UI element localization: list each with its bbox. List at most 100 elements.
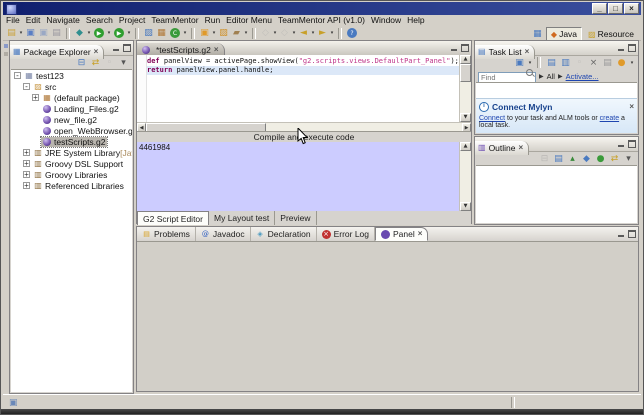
tab-error-log[interactable]: ×Error Log (317, 227, 375, 241)
code-line[interactable]: def panelView = activePage.showView("g2.… (147, 57, 459, 66)
menu-teammentor[interactable]: TeamMentor (148, 15, 201, 26)
collapse-all-icon[interactable]: ⊟ (538, 153, 551, 165)
tab-declaration[interactable]: ◈Declaration (251, 227, 317, 241)
tree-item-default-package[interactable]: +▦(default package) (11, 92, 132, 103)
mylyn-close-icon[interactable]: × (629, 103, 634, 111)
code-editor[interactable]: def panelView = activePage.showView("g2.… (137, 55, 471, 122)
menu-help[interactable]: Help (404, 15, 427, 26)
run-history-icon[interactable]: ▶ (114, 28, 124, 38)
menu-teammentor-api-v1-0[interactable]: TeamMentor API (v1.0) (275, 15, 368, 26)
close-icon[interactable]: × (214, 46, 219, 54)
menu-file[interactable]: File (3, 15, 23, 26)
minimize-view-icon[interactable] (617, 140, 625, 148)
panel-view-content[interactable] (137, 241, 638, 391)
tab-task-list[interactable]: ▤ Task List × (475, 45, 535, 59)
tree-item-groovy-libraries[interactable]: +▥Groovy Libraries (11, 169, 132, 180)
focus-workweek-icon[interactable]: ◦ (573, 57, 586, 69)
synchronize-icon-dropdown[interactable]: ▾ (629, 60, 635, 66)
new-package-icon[interactable]: ▦ (155, 27, 168, 39)
menu-project[interactable]: Project (116, 15, 148, 26)
hide-static-icon[interactable]: ◆ (580, 153, 593, 165)
close-icon[interactable]: × (525, 48, 530, 56)
save-icon[interactable]: ▣ (24, 27, 37, 39)
clear-filter-icon[interactable]: × (587, 57, 600, 69)
view-menu-icon[interactable]: ▾ (622, 153, 635, 165)
tree-item-open-webbrowser-g2[interactable]: open_WebBrowser.g2 (11, 125, 132, 136)
run-icon[interactable]: ▶ (94, 28, 104, 38)
menu-run[interactable]: Run (202, 15, 224, 26)
debug-icon-dropdown[interactable]: ▾ (86, 30, 92, 36)
mylyn-connect-link[interactable]: Connect (479, 115, 505, 122)
perspective-java[interactable]: ◆Java (546, 27, 582, 41)
run-icon-dropdown[interactable]: ▾ (106, 30, 112, 36)
close-icon[interactable]: × (519, 144, 524, 152)
page-tab-my-layout-test[interactable]: My Layout test (209, 211, 275, 225)
close-icon[interactable]: × (418, 230, 423, 238)
debug-icon[interactable]: ◆ (73, 27, 86, 39)
collapse-all-icon[interactable]: ▤ (601, 57, 614, 69)
tree-item-jre-system-library[interactable]: +▥JRE System Library [JavaSE-1.7] (11, 147, 132, 158)
tab-problems[interactable]: ▤Problems (137, 227, 196, 241)
new-wizard-icon[interactable]: ▤ (5, 27, 18, 39)
perspective-resource[interactable]: ▨Resource (584, 28, 638, 40)
maximize-view-icon[interactable] (628, 230, 636, 238)
view-menu-icon[interactable]: ▾ (117, 57, 130, 69)
maximize-view-icon[interactable] (628, 44, 636, 52)
output-vertical-scrollbar[interactable]: ▲ ▼ (459, 142, 471, 211)
page-tab-g2-script-editor[interactable]: G2 Script Editor (137, 211, 209, 225)
back-icon[interactable]: ◄ (297, 27, 310, 39)
open-task-icon[interactable]: ▣ (198, 27, 211, 39)
cheatsheet-icon[interactable]: ? (347, 28, 357, 38)
tree-item-test123[interactable]: -▦test123 (11, 70, 132, 81)
run-history-icon-dropdown[interactable]: ▾ (126, 30, 132, 36)
maximize-view-icon[interactable] (461, 44, 469, 52)
scroll-up-icon[interactable]: ▲ (460, 142, 471, 151)
filter-all-link[interactable]: All (547, 72, 555, 81)
maximize-view-icon[interactable] (123, 44, 131, 52)
categorized-view-icon[interactable]: ▤ (545, 57, 558, 69)
activate-link[interactable]: Activate... (566, 72, 599, 81)
package-explorer-tree[interactable]: -▦test123-▨src+▦(default package)Loading… (11, 69, 132, 392)
tree-item-testscripts-g2[interactable]: testScripts.g2 (11, 136, 132, 147)
menu-window[interactable]: Window (368, 15, 404, 26)
fast-view-icon[interactable] (4, 52, 8, 56)
tree-expander-icon[interactable]: + (32, 94, 39, 101)
minimize-view-icon[interactable] (617, 230, 625, 238)
menu-navigate[interactable]: Navigate (43, 15, 83, 26)
close-icon[interactable]: × (94, 48, 99, 56)
scrollbar-thumb[interactable] (460, 64, 471, 82)
tab-package-explorer[interactable]: ▦ Package Explorer × (10, 45, 104, 59)
tab-javadoc[interactable]: @Javadoc (196, 227, 251, 241)
title-bar[interactable]: _ □ × (3, 2, 641, 15)
focus-icon[interactable]: ◦ (103, 57, 116, 69)
tab-panel[interactable]: Panel× (375, 227, 428, 241)
hide-fields-icon[interactable]: ▴ (566, 153, 579, 165)
minimize-view-icon[interactable] (112, 44, 120, 52)
menu-editor-menu[interactable]: Editor Menu (223, 15, 275, 26)
scheduled-view-icon[interactable]: ▥ (559, 57, 572, 69)
pencil-icon-dropdown[interactable]: ▾ (243, 30, 249, 36)
outline-content[interactable] (476, 165, 637, 223)
new-task-icon-dropdown[interactable]: ▾ (527, 60, 533, 66)
tree-item-src[interactable]: -▨src (11, 81, 132, 92)
tree-item-referenced-libraries[interactable]: +▥Referenced Libraries (11, 180, 132, 191)
prev-annotation-icon[interactable]: ◇ (259, 27, 272, 39)
hide-nonpublic-icon[interactable]: ● (594, 153, 607, 165)
tree-expander-icon[interactable]: + (23, 171, 30, 178)
forward-icon-dropdown[interactable]: ▾ (329, 30, 335, 36)
maximize-button[interactable]: □ (608, 3, 623, 14)
scroll-down-icon[interactable]: ▼ (460, 202, 471, 211)
code-line[interactable]: return panelView.panel.handle; (147, 66, 459, 75)
forward-icon[interactable]: ► (316, 27, 329, 39)
sort-icon[interactable]: ▤ (552, 153, 565, 165)
tree-expander-icon[interactable]: + (23, 182, 30, 189)
synchronize-icon[interactable]: ● (615, 57, 628, 69)
minimize-button[interactable]: _ (592, 3, 607, 14)
link-with-editor-icon[interactable]: ⇄ (608, 153, 621, 165)
open-perspective-icon[interactable]: ▦ (531, 28, 544, 40)
scroll-down-icon[interactable]: ▼ (460, 113, 471, 122)
task-list-content[interactable] (476, 82, 637, 99)
mylyn-create-link[interactable]: create (600, 115, 619, 122)
save-all-icon[interactable]: ▣ (37, 27, 50, 39)
fast-view-icon[interactable] (4, 44, 8, 48)
